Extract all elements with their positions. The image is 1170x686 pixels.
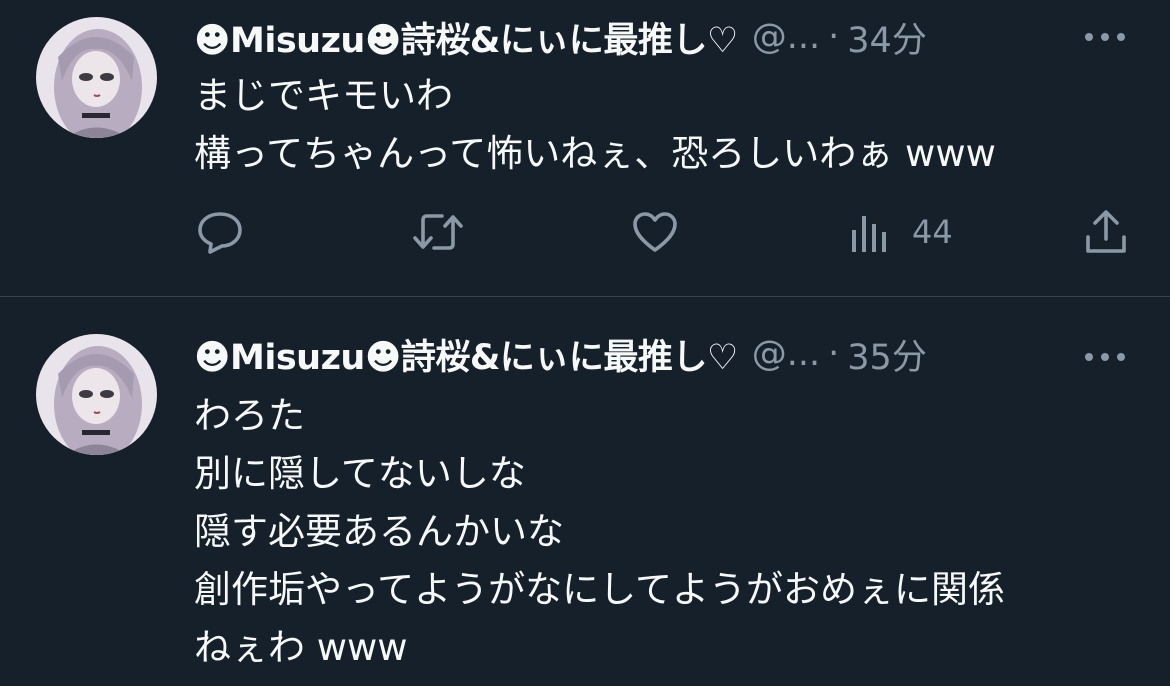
more-horizontal-icon[interactable] <box>1084 352 1126 362</box>
tweet-text-line: ねぇわ www <box>194 626 408 669</box>
views-count: 44 <box>912 213 953 251</box>
more-horizontal-icon[interactable] <box>1084 32 1126 42</box>
avatar-illustration <box>36 334 157 455</box>
avatar[interactable] <box>36 17 157 138</box>
retweet-icon <box>413 214 463 250</box>
tweet-text-line: 別に隠してないしな <box>194 452 526 495</box>
display-name[interactable]: ☻Misuzu☻詩桜&にぃに最推し♡ <box>194 329 738 380</box>
user-handle[interactable]: @... <box>752 17 820 57</box>
tweet-text-line: 隠す必要あるんかいな <box>194 510 564 553</box>
avatar[interactable] <box>36 334 157 455</box>
views-icon <box>852 216 886 252</box>
reply-icon <box>198 212 242 254</box>
share-button[interactable] <box>1084 206 1128 258</box>
timestamp[interactable]: 35分 <box>847 329 927 380</box>
heart-icon <box>633 212 677 252</box>
tweet-text-line: わろた <box>194 394 305 437</box>
timestamp[interactable]: 34分 <box>847 12 927 63</box>
tweet-header: ☻Misuzu☻詩桜&にぃに最推し♡ @... · 35分 <box>194 329 927 379</box>
share-icon <box>1086 210 1126 253</box>
reply-button[interactable] <box>196 206 244 258</box>
user-handle[interactable]: @... <box>752 334 820 374</box>
display-name[interactable]: ☻Misuzu☻詩桜&にぃに最推し♡ <box>194 12 738 63</box>
action-bar: 44 <box>0 206 1170 258</box>
separator-dot: · <box>828 17 840 57</box>
separator-dot: · <box>828 334 840 374</box>
views-button[interactable]: 44 <box>850 206 953 258</box>
tweet-text: まじでキモいわ 構ってちゃんって怖いねぇ、恐ろしいわぁ www <box>194 67 996 183</box>
tweet-text-line: まじでキモいわ <box>194 74 453 117</box>
tweet-header: ☻Misuzu☻詩桜&にぃに最推し♡ @... · 34分 <box>194 12 927 62</box>
tweet-text-line: 創作垢やってようがなにしてようがおめぇに関係 <box>194 568 1006 611</box>
like-button[interactable] <box>631 206 679 258</box>
tweet[interactable]: ☻Misuzu☻詩桜&にぃに最推し♡ @... · 34分 まじでキモいわ 構っ… <box>0 0 1170 296</box>
retweet-button[interactable] <box>412 206 464 258</box>
tweet-text-line: 構ってちゃんって怖いねぇ、恐ろしいわぁ www <box>194 132 996 175</box>
avatar-illustration <box>36 17 157 138</box>
tweet-text: わろた 別に隠してないしな 隠す必要あるんかいな 創作垢やってようがなにしてよう… <box>194 387 1005 677</box>
